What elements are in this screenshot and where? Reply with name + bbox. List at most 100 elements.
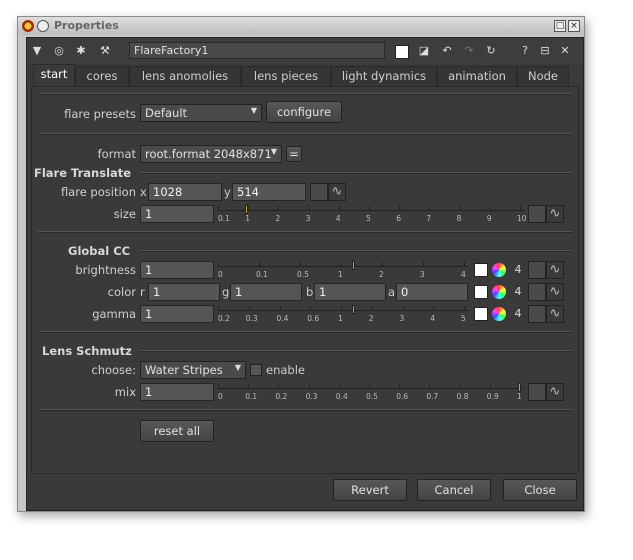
- position-anim-button[interactable]: [310, 183, 328, 201]
- slider-track[interactable]: [218, 266, 468, 267]
- slider-tick-label: 0.1: [245, 392, 258, 401]
- divider: [38, 231, 572, 233]
- position-x-field[interactable]: 1028: [148, 183, 222, 201]
- slider-knob[interactable]: [245, 205, 248, 214]
- help-icon[interactable]: ?: [517, 43, 533, 59]
- mix-label: mix: [114, 385, 136, 399]
- slider-tick-label: 1: [517, 392, 522, 401]
- revert-icon[interactable]: ↻: [483, 43, 499, 59]
- size-field[interactable]: 1: [140, 205, 214, 223]
- channel-count[interactable]: 4: [510, 284, 526, 300]
- tab-lens-pieces[interactable]: lens pieces: [241, 66, 331, 86]
- title-bar[interactable]: Properties □ ×: [18, 17, 584, 35]
- slider-tick: [429, 206, 431, 211]
- configure-button[interactable]: configure: [266, 101, 342, 123]
- color-wheel-icon[interactable]: [492, 263, 506, 277]
- gear-icon[interactable]: ✱: [73, 43, 89, 59]
- gamma-swatch[interactable]: [474, 307, 488, 321]
- color-g-field[interactable]: 1: [230, 283, 302, 301]
- color-r-field[interactable]: 1: [148, 283, 220, 301]
- close-button[interactable]: Close: [503, 479, 577, 501]
- presets-dropdown[interactable]: Default ▼: [140, 104, 262, 122]
- chevron-down-icon: ▼: [234, 363, 241, 372]
- divider: [140, 172, 572, 174]
- divider: [140, 250, 572, 252]
- revert-button[interactable]: Revert: [333, 479, 407, 501]
- color-wheel-icon[interactable]: [492, 307, 506, 321]
- diagonal-icon[interactable]: ◪: [416, 43, 432, 59]
- mix-field[interactable]: 1: [140, 383, 214, 401]
- collapse-icon[interactable]: ▼: [29, 43, 45, 59]
- float-icon[interactable]: ⊟: [537, 43, 553, 59]
- mix-slider[interactable]: 0 0.1 0.2 0.3 0.4 0.5 0.6 0.7 0.8 0.9 1: [218, 383, 524, 401]
- brightness-curve-icon[interactable]: ∿: [546, 261, 564, 279]
- color-anim-button[interactable]: [528, 283, 546, 301]
- undo-icon[interactable]: ↶: [439, 43, 455, 59]
- y-label: y: [224, 185, 231, 199]
- tab-animation[interactable]: animation: [437, 66, 517, 86]
- slider-tick-label: 9: [486, 214, 492, 223]
- gamma-slider[interactable]: 0.2 0.3 0.4 0.6 1 2 3 4 5: [218, 305, 468, 323]
- color-b-field[interactable]: 1: [314, 283, 386, 301]
- circle-icon[interactable]: ◎: [51, 43, 67, 59]
- panel-close-icon[interactable]: ✕: [557, 43, 573, 59]
- brightness-slider[interactable]: 0 0.1 0.5 1 2 3 4: [218, 261, 468, 279]
- slider-tick: [399, 384, 401, 389]
- slider-tick-label: 2: [368, 314, 374, 323]
- slider-tick-label: 2: [275, 214, 281, 223]
- slider-track[interactable]: [218, 388, 524, 389]
- slider-knob[interactable]: [352, 305, 356, 314]
- gamma-field[interactable]: 1: [140, 305, 214, 323]
- reset-all-button[interactable]: reset all: [140, 420, 214, 442]
- slider-knob[interactable]: [518, 383, 521, 392]
- slider-tick-label: 0.4: [276, 314, 289, 323]
- section-header-lens-schmutz: Lens Schmutz: [42, 344, 132, 358]
- redo-icon[interactable]: ↷: [461, 43, 477, 59]
- channel-count[interactable]: 4: [510, 262, 526, 278]
- brightness-swatch[interactable]: [474, 263, 488, 277]
- format-edit-button[interactable]: =: [286, 146, 302, 162]
- color-a-field[interactable]: 0: [396, 283, 468, 301]
- tab-lens-anomolies[interactable]: lens anomolies: [129, 66, 241, 86]
- slider-knob[interactable]: [352, 261, 356, 270]
- tab-node[interactable]: Node: [517, 66, 569, 86]
- wrench-icon[interactable]: ⚒: [97, 43, 113, 59]
- gamma-curve-icon[interactable]: ∿: [546, 305, 564, 323]
- gamma-anim-button[interactable]: [528, 305, 546, 323]
- window-close-icon[interactable]: ×: [568, 20, 580, 32]
- mix-curve-icon[interactable]: ∿: [546, 383, 564, 401]
- channel-count[interactable]: 4: [510, 306, 526, 322]
- color-swatch[interactable]: [474, 285, 488, 299]
- size-curve-icon[interactable]: ∿: [546, 205, 564, 223]
- x-label: x: [140, 185, 147, 199]
- color-chip-icon[interactable]: [395, 45, 409, 59]
- slider-tick: [279, 306, 281, 311]
- slider-track[interactable]: [218, 310, 468, 311]
- slider-track[interactable]: [218, 210, 524, 211]
- color-curve-icon[interactable]: ∿: [546, 283, 564, 301]
- slider-tick-label: 0.1: [256, 270, 268, 279]
- section-header-translate: Flare Translate: [34, 166, 132, 180]
- brightness-anim-button[interactable]: [528, 261, 546, 279]
- size-slider[interactable]: 0.1 1 2 3 4 5 6 7 8 9 10: [218, 205, 527, 223]
- tab-light-dynamics[interactable]: light dynamics: [331, 66, 437, 86]
- tab-start[interactable]: start: [33, 64, 75, 86]
- slider-tick: [259, 262, 260, 267]
- mix-anim-button[interactable]: [528, 383, 546, 401]
- position-y-field[interactable]: 514: [232, 183, 306, 201]
- format-dropdown[interactable]: root.format 2048x871 ▼: [140, 145, 282, 163]
- tab-cores[interactable]: cores: [75, 66, 129, 86]
- size-anim-button[interactable]: [528, 205, 546, 223]
- maximize-icon[interactable]: □: [554, 20, 566, 32]
- color-wheel-icon[interactable]: [492, 285, 506, 299]
- brightness-field[interactable]: 1: [140, 261, 214, 279]
- position-curve-icon[interactable]: ∿: [328, 183, 346, 201]
- slider-tick: [489, 206, 491, 211]
- node-name-field[interactable]: FlareFactory1: [129, 42, 385, 59]
- slider-tick: [300, 262, 301, 267]
- schmutz-dropdown[interactable]: Water Stripes ▼: [140, 361, 246, 379]
- b-label: b: [306, 285, 314, 299]
- enable-checkbox[interactable]: [250, 364, 262, 376]
- pin-icon[interactable]: [37, 20, 49, 32]
- cancel-button[interactable]: Cancel: [417, 479, 491, 501]
